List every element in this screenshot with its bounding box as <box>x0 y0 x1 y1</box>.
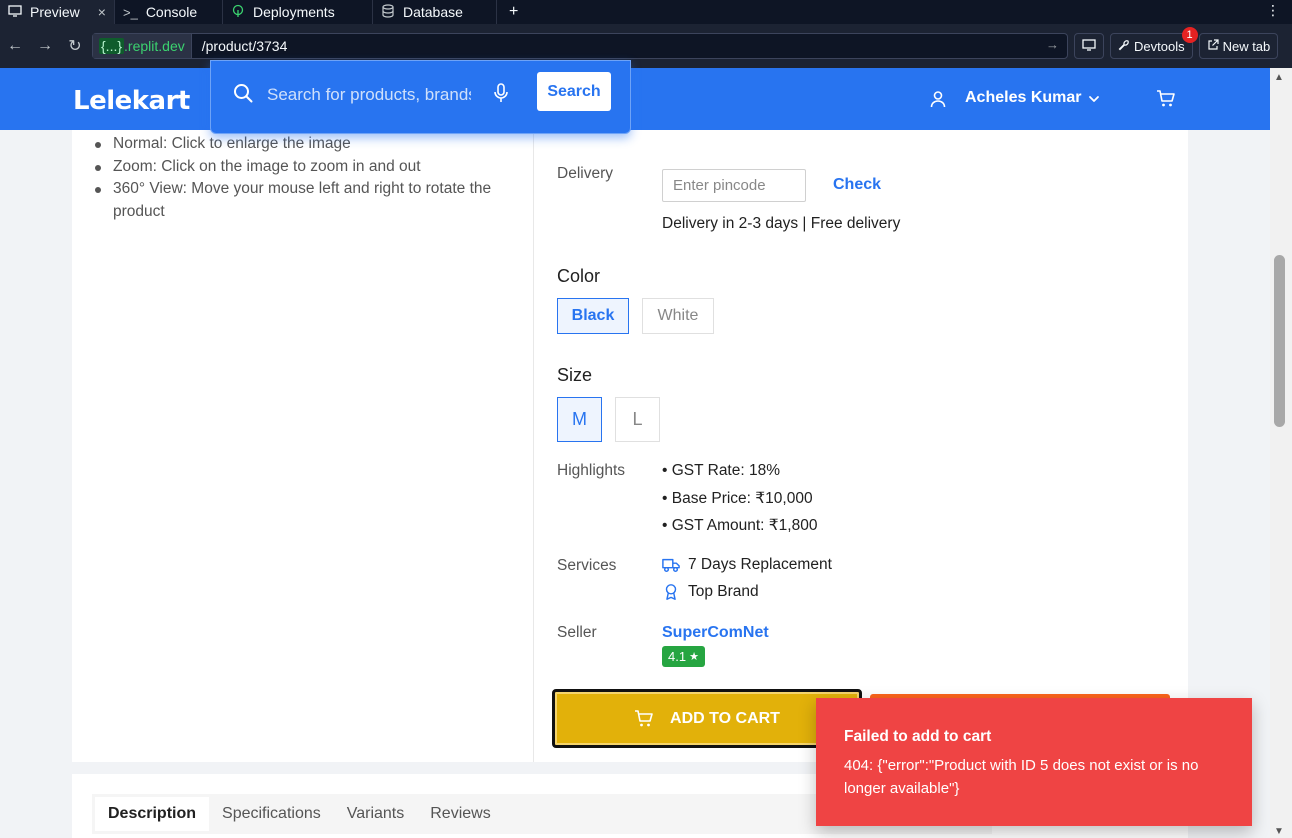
page-scrollbar[interactable] <box>1270 68 1292 838</box>
truck-icon <box>662 558 680 573</box>
check-pincode-button[interactable]: Check <box>833 176 881 194</box>
url-field[interactable]: {...} .replit.dev /product/3734 → <box>92 33 1068 59</box>
color-heading: Color <box>557 266 601 286</box>
highlight-item: • Base Price: ₹10,000 <box>662 490 813 507</box>
seller-rating-badge: 4.1 ★ <box>662 646 705 667</box>
image-help-list: Normal: Click to enlarge the image Zoom:… <box>95 133 515 223</box>
monitor-icon <box>1082 38 1096 54</box>
product-detail-card <box>72 130 1188 762</box>
terminal-icon: >_ <box>122 4 138 20</box>
add-to-cart-label: ADD TO CART <box>670 709 780 727</box>
external-link-icon <box>1207 38 1219 54</box>
highlight-item: • GST Rate: 18% <box>662 462 780 479</box>
close-icon[interactable]: × <box>98 4 106 20</box>
tab-description[interactable]: Description <box>95 797 210 831</box>
reload-icon[interactable]: ↻ <box>60 36 90 56</box>
navigate-arrow-icon[interactable]: → <box>1046 37 1059 52</box>
color-option-white[interactable]: White <box>642 298 714 334</box>
chevron-down-icon[interactable] <box>1088 93 1100 105</box>
user-menu-name[interactable]: Acheles Kumar <box>965 89 1082 107</box>
cart-icon <box>635 709 653 726</box>
search-button[interactable]: Search <box>537 72 611 111</box>
service-text: 7 Days Replacement <box>688 556 832 573</box>
add-tab-button[interactable]: + <box>497 3 530 21</box>
size-option-l[interactable]: L <box>615 397 660 442</box>
help-item: 360° View: Move your mouse left and righ… <box>95 178 515 223</box>
seller-name-link[interactable]: SuperComNet <box>662 624 769 642</box>
services-label: Services <box>557 557 617 574</box>
color-option-black[interactable]: Black <box>557 298 629 334</box>
new-tab-button[interactable]: New tab <box>1198 33 1279 59</box>
devtools-label: Devtools <box>1134 38 1185 54</box>
tab-variants[interactable]: Variants <box>334 797 418 831</box>
tab-console-label: Console <box>145 4 198 20</box>
monitor-icon <box>8 4 22 20</box>
database-icon <box>381 3 395 21</box>
tab-deployments-label: Deployments <box>252 4 335 20</box>
microphone-icon[interactable] <box>493 83 509 103</box>
highlights-label: Highlights <box>557 462 626 479</box>
service-text: Top Brand <box>688 583 759 600</box>
size-option-m[interactable]: M <box>557 397 602 442</box>
wrench-icon <box>1118 39 1130 54</box>
toast-message: 404: {"error":"Product with ID 5 does no… <box>844 757 1199 797</box>
service-item: Top Brand <box>662 583 759 601</box>
tab-database-label: Database <box>402 4 463 20</box>
delivery-info: Delivery in 2-3 days | Free delivery <box>662 215 901 232</box>
help-item: Zoom: Click on the image to zoom in and … <box>95 156 515 179</box>
devtools-button[interactable]: Devtools 1 <box>1110 27 1198 59</box>
tab-console[interactable]: >_ Console <box>115 0 223 24</box>
tab-deployments[interactable]: Deployments <box>223 0 373 24</box>
seller-label: Seller <box>557 624 597 641</box>
search-icon <box>234 84 253 103</box>
service-item: 7 Days Replacement <box>662 556 832 574</box>
logo[interactable]: Lelekart <box>73 86 190 116</box>
tab-database[interactable]: Database <box>373 0 497 24</box>
tab-specifications[interactable]: Specifications <box>209 797 334 831</box>
forward-icon[interactable]: → <box>30 37 60 55</box>
award-icon <box>665 584 677 600</box>
star-icon: ★ <box>689 651 699 663</box>
rating-value: 4.1 <box>668 649 687 664</box>
preview-urlbar: ← → ↻ {...} .replit.dev /product/3734 → D… <box>0 24 1292 68</box>
url-host-prefix: {...} <box>99 38 125 54</box>
device-preview-button[interactable] <box>1074 33 1104 59</box>
deploy-icon <box>231 4 245 21</box>
url-path: /product/3734 <box>201 38 288 54</box>
toast-title: Failed to add to cart <box>844 728 992 745</box>
more-menu-icon[interactable]: ⋮ <box>1266 2 1280 19</box>
scrollbar-thumb[interactable] <box>1274 255 1285 427</box>
size-heading: Size <box>557 365 593 385</box>
error-toast[interactable]: Failed to add to cart 404: {"error":"Pro… <box>816 698 1252 826</box>
search-bar: Search <box>210 60 631 134</box>
card-divider <box>533 130 534 762</box>
tab-reviews[interactable]: Reviews <box>417 797 503 831</box>
devtools-badge: 1 <box>1181 27 1198 43</box>
pincode-input[interactable] <box>662 169 806 202</box>
header-cart-icon[interactable] <box>1156 89 1176 109</box>
delivery-label: Delivery <box>557 165 613 182</box>
url-host-suffix: .replit.dev <box>124 38 185 54</box>
tab-preview[interactable]: Preview × <box>0 0 115 24</box>
scroll-down-icon[interactable]: ▼ <box>1274 826 1284 837</box>
help-item: Normal: Click to enlarge the image <box>95 133 515 156</box>
tab-preview-label: Preview <box>30 4 80 20</box>
workspace-tabbar: Preview × >_ Console Deployments Databas… <box>0 0 1292 24</box>
scroll-up-icon[interactable]: ▲ <box>1274 72 1284 83</box>
url-host: {...} .replit.dev <box>93 34 192 58</box>
highlight-item: • GST Amount: ₹1,800 <box>662 517 818 534</box>
search-input[interactable] <box>267 85 471 105</box>
new-tab-label: New tab <box>1222 38 1271 54</box>
user-icon <box>930 91 946 108</box>
back-icon[interactable]: ← <box>0 37 30 55</box>
